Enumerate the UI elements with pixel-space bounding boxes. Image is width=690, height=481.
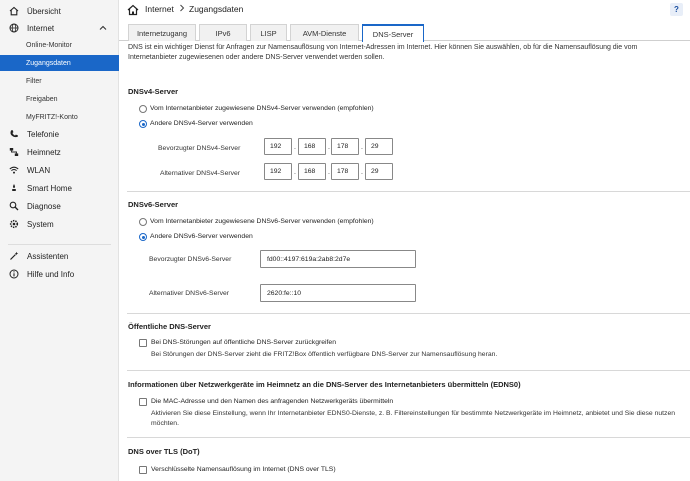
chevron-up-icon[interactable] — [98, 23, 108, 33]
system-gear-icon — [9, 219, 19, 229]
dnsv4-preferred-octet-2[interactable]: 168 — [298, 138, 326, 155]
dnsv4-other-radio[interactable] — [139, 120, 147, 128]
intro-text: DNS ist ein wichtiger Dienst für Anfrage… — [128, 44, 638, 61]
main-content: DNS ist ein wichtiger Dienst für Anfrage… — [119, 41, 690, 481]
octet-separator: . — [328, 169, 330, 176]
dnsv4-title: DNSv4-Server — [128, 87, 179, 96]
sidebar-item-system[interactable]: System — [0, 216, 119, 232]
dot-title: DNS over TLS (DoT) — [128, 447, 200, 456]
dnsv6-preferred-input[interactable]: fd00::4197:619a:2ab8:2d7e — [260, 250, 416, 268]
sidebar: Übersicht Internet Online-Monitor Zugang… — [0, 0, 119, 481]
tab-ipv6[interactable]: IPv6 — [199, 24, 247, 41]
help-info-icon — [9, 269, 19, 279]
sidebar-item-label: System — [27, 219, 54, 229]
octet-separator: . — [294, 169, 296, 176]
dnsv4-other-label[interactable]: Andere DNSv4-Server verwenden — [150, 120, 253, 127]
globe-icon — [9, 23, 19, 33]
tab-lisp[interactable]: LISP — [250, 24, 287, 41]
sidebar-divider — [8, 244, 111, 245]
sidebar-item-label: Telefonie — [27, 129, 60, 139]
breadcrumb-internet[interactable]: Internet — [145, 4, 174, 14]
sidebar-item-label: Internet — [27, 23, 55, 33]
section-divider — [127, 191, 690, 192]
section-divider — [127, 370, 690, 371]
tab-avm-dienste[interactable]: AVM-Dienste — [290, 24, 359, 41]
sidebar-sub-online-monitor[interactable]: Online-Monitor — [0, 37, 119, 53]
chevron-right-icon — [179, 3, 185, 15]
dnsv4-preferred-label: Bevorzugter DNSv4-Server — [158, 145, 241, 152]
octet-separator: . — [361, 144, 363, 151]
wifi-icon — [9, 165, 19, 175]
sidebar-item-label: Assistenten — [27, 251, 69, 261]
sidebar-item-wlan[interactable]: WLAN — [0, 162, 119, 178]
dnsv4-alternative-octet-1[interactable]: 192 — [264, 163, 292, 180]
sidebar-item-smart-home[interactable]: Smart Home — [0, 180, 119, 196]
tab-bar: Internetzugang IPv6 LISP AVM-Dienste DNS… — [119, 24, 690, 42]
edns0-checkbox[interactable] — [139, 398, 147, 406]
sidebar-sub-filter[interactable]: Filter — [0, 73, 119, 89]
sidebar-item-label: Diagnose — [27, 201, 61, 211]
diagnose-icon — [9, 201, 19, 211]
public-dns-title: Öffentliche DNS-Server — [128, 322, 211, 331]
edns0-checkbox-label[interactable]: Die MAC-Adresse und den Namen des anfrag… — [151, 398, 393, 405]
dnsv4-alternative-label: Alternativer DNSv4-Server — [160, 170, 241, 177]
header: Internet Zugangsdaten ? — [119, 0, 690, 24]
dnsv4-alternative-octet-4[interactable]: 29 — [365, 163, 393, 180]
sidebar-sub-myfritz-konto[interactable]: MyFRITZ!-Konto — [0, 109, 119, 125]
edns0-help-line-1: Aktivieren Sie diese Einstellung, wenn I… — [151, 410, 676, 417]
dnsv6-alternative-input[interactable]: 2620:fe::10 — [260, 284, 416, 302]
tab-internetzugang[interactable]: Internetzugang — [128, 24, 196, 41]
dnsv6-other-label[interactable]: Andere DNSv6-Server verwenden — [150, 233, 253, 240]
sidebar-item-label: Übersicht — [27, 6, 61, 16]
dnsv4-preferred-octet-4[interactable]: 29 — [365, 138, 393, 155]
network-icon — [9, 147, 19, 157]
dnsv4-preferred-octet-1[interactable]: 192 — [264, 138, 292, 155]
dnsv6-provider-radio[interactable] — [139, 218, 147, 226]
sidebar-item-label: Hilfe und Info — [27, 269, 75, 279]
section-divider — [127, 313, 690, 314]
sidebar-sub-freigaben[interactable]: Freigaben — [0, 91, 119, 107]
octet-separator: . — [361, 169, 363, 176]
sidebar-item-telefonie[interactable]: Telefonie — [0, 126, 119, 142]
dot-checkbox[interactable] — [139, 466, 147, 474]
sidebar-item-internet[interactable]: Internet — [0, 20, 119, 36]
public-dns-checkbox-label[interactable]: Bei DNS-Störungen auf öffentliche DNS-Se… — [151, 339, 336, 346]
sidebar-item-hilfe-info[interactable]: Hilfe und Info — [0, 266, 119, 282]
dot-checkbox-label[interactable]: Verschlüsselte Namensauflösung im Intern… — [151, 466, 336, 473]
section-divider — [127, 437, 690, 438]
smart-home-icon — [9, 183, 19, 193]
dnsv4-provider-label[interactable]: Vom Internetanbieter zugewiesene DNSv4-S… — [150, 105, 374, 112]
public-dns-help: Bei Störungen der DNS-Server zieht die F… — [151, 351, 498, 358]
dnsv6-preferred-label: Bevorzugter DNSv6-Server — [149, 256, 232, 263]
sidebar-item-assistenten[interactable]: Assistenten — [0, 248, 119, 264]
sidebar-item-diagnose[interactable]: Diagnose — [0, 198, 119, 214]
sidebar-sub-zugangsdaten[interactable]: Zugangsdaten — [0, 55, 119, 71]
dnsv4-alternative-octet-2[interactable]: 168 — [298, 163, 326, 180]
help-button[interactable]: ? — [670, 3, 683, 16]
public-dns-checkbox[interactable] — [139, 339, 147, 347]
dnsv4-alternative-octet-3[interactable]: 178 — [331, 163, 359, 180]
sidebar-item-label: WLAN — [27, 165, 51, 175]
dnsv4-preferred-octet-3[interactable]: 178 — [331, 138, 359, 155]
octet-separator: . — [328, 144, 330, 151]
tab-dns-server[interactable]: DNS-Server — [362, 24, 424, 42]
dnsv6-other-radio[interactable] — [139, 233, 147, 241]
octet-separator: . — [294, 144, 296, 151]
sidebar-item-heimnetz[interactable]: Heimnetz — [0, 144, 119, 160]
home-icon — [9, 6, 19, 16]
phone-icon — [9, 129, 19, 139]
wizard-icon — [9, 251, 19, 261]
dnsv6-provider-label[interactable]: Vom Internetanbieter zugewiesene DNSv6-S… — [150, 218, 374, 225]
sidebar-item-label: Smart Home — [27, 183, 72, 193]
dnsv4-provider-radio[interactable] — [139, 105, 147, 113]
dnsv6-alternative-label: Alternativer DNSv6-Server — [149, 290, 230, 297]
sidebar-item-uebersicht[interactable]: Übersicht — [0, 3, 119, 19]
edns0-help-line-2: möchten. — [151, 420, 179, 427]
dnsv6-title: DNSv6-Server — [128, 200, 179, 209]
breadcrumb-page-title: Zugangsdaten — [189, 4, 244, 14]
edns0-title: Informationen über Netzwerkgeräte im Hei… — [128, 380, 521, 389]
sidebar-item-label: Heimnetz — [27, 147, 61, 157]
home-icon[interactable] — [127, 3, 139, 16]
